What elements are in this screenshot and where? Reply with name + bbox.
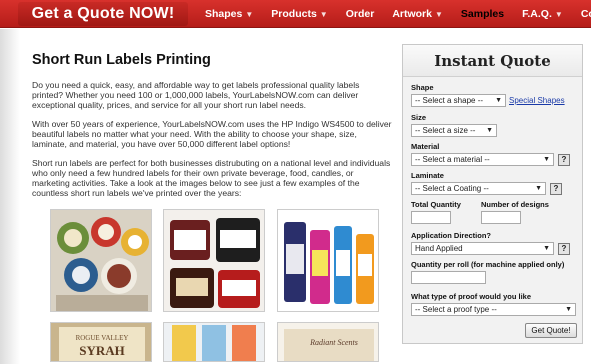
chevron-down-icon: ▼ [565,306,572,313]
quantity-label: Total Quantity [411,200,461,209]
size-select-value: -- Select a size -- [415,126,476,135]
laminate-help-icon[interactable]: ? [550,182,562,195]
sample-photo-candle-labels[interactable]: Radiant Scents [277,322,379,362]
chevron-down-icon: ▼ [495,97,502,104]
nav-contact[interactable]: Contact [572,8,591,20]
per-roll-field: Quantity per roll (for machine applied o… [411,260,579,284]
nav-samples[interactable]: Samples [452,8,513,20]
size-select[interactable]: -- Select a size -- ▼ [411,124,497,137]
get-quote-button[interactable]: Get Quote! [525,323,577,338]
top-nav-bar: Get a Quote NOW! Shapes ▼ Products ▼ Order… [0,0,591,28]
page-shadow [0,29,20,364]
wine-brand-text: ROGUE VALLEY [76,334,129,342]
laminate-label: Laminate [411,171,444,180]
direction-field: Application Direction? Hand Applied ▼ ? [411,231,576,255]
nav-label: Samples [460,8,505,20]
nav-label: F.A.Q. [522,8,552,20]
nav-shapes[interactable]: Shapes ▼ [196,8,262,20]
sample-photo-jars[interactable] [163,209,265,312]
sample-photo-round-labels[interactable] [50,209,152,312]
chevron-down-icon: ▼ [543,156,550,163]
sample-photo-wine-label[interactable]: ROGUE VALLEY SYRAH [50,322,152,362]
main-nav: Shapes ▼ Products ▼ Order Artwork ▼ Samples… [196,0,591,28]
designs-field: Number of designs [481,200,571,224]
wine-varietal-text: SYRAH [79,343,125,358]
shape-select-value: -- Select a shape -- [415,96,484,105]
direction-help-icon[interactable]: ? [558,242,570,255]
proof-select-value: -- Select a proof type -- [415,305,497,314]
chevron-down-icon: ▼ [245,9,254,19]
material-label: Material [411,142,440,151]
material-field: Material -- Select a material -- ▼ ? [411,142,576,166]
direction-select-value: Hand Applied [415,244,463,253]
sample-photo-bottles[interactable] [277,209,379,312]
per-roll-input[interactable] [411,271,486,284]
quantity-input[interactable] [411,211,451,224]
chevron-down-icon: ▼ [543,245,550,252]
per-roll-label: Quantity per roll (for machine applied o… [411,260,565,269]
nav-label: Artwork [392,8,432,20]
material-select-value: -- Select a material -- [415,155,490,164]
chevron-down-icon: ▼ [319,9,328,19]
designs-input[interactable] [481,211,521,224]
nav-label: Contact [580,8,591,20]
chevron-down-icon: ▼ [435,9,443,19]
size-label: Size [411,113,427,122]
candle-brand-text: Radiant Scents [309,338,358,347]
laminate-select-value: -- Select a Coating -- [415,184,489,193]
proof-field: What type of proof would you like -- Sel… [411,292,579,316]
nav-label: Products [271,8,317,20]
main-content: Short Run Labels Printing Do you need a … [32,52,392,207]
laminate-field: Laminate -- Select a Coating -- ▼ ? [411,171,576,195]
intro-paragraph: Do you need a quick, easy, and affordabl… [32,80,360,110]
chevron-down-icon: ▼ [486,127,493,134]
designs-label: Number of designs [481,200,549,209]
quantity-field: Total Quantity [411,200,481,224]
instant-quote-panel: Instant Quote Shape -- Select a shape --… [402,44,583,344]
nav-label: Shapes [205,8,243,20]
size-field: Size -- Select a size -- ▼ [411,113,576,137]
shape-select[interactable]: -- Select a shape -- ▼ [411,94,506,107]
special-shapes-link[interactable]: Special Shapes [509,96,565,105]
nav-artwork[interactable]: Artwork ▼ [383,8,452,20]
page-title: Short Run Labels Printing [32,52,211,68]
experience-paragraph: With over 50 years of experience, YourLa… [32,119,392,149]
shape-field: Shape -- Select a shape -- ▼ Special Shap… [411,83,576,107]
short-run-paragraph: Short run labels are perfect for both bu… [32,158,391,198]
direction-select[interactable]: Hand Applied ▼ [411,242,554,255]
proof-select[interactable]: -- Select a proof type -- ▼ [411,303,576,316]
direction-label: Application Direction? [411,231,492,240]
laminate-select[interactable]: -- Select a Coating -- ▼ [411,182,546,195]
nav-faq[interactable]: F.A.Q. ▼ [513,8,572,20]
proof-label: What type of proof would you like [411,292,531,301]
nav-label: Order [345,8,375,20]
chevron-down-icon: ▼ [554,9,563,19]
get-quote-now-button[interactable]: Get a Quote NOW! [18,2,188,26]
material-select[interactable]: -- Select a material -- ▼ [411,153,554,166]
nav-products[interactable]: Products ▼ [262,8,336,20]
instant-quote-title: Instant Quote [403,45,582,77]
shape-label: Shape [411,83,434,92]
sample-photo-tubes[interactable] [163,322,265,362]
nav-order[interactable]: Order [337,8,384,20]
chevron-down-icon: ▼ [535,185,542,192]
material-help-icon[interactable]: ? [558,153,570,166]
